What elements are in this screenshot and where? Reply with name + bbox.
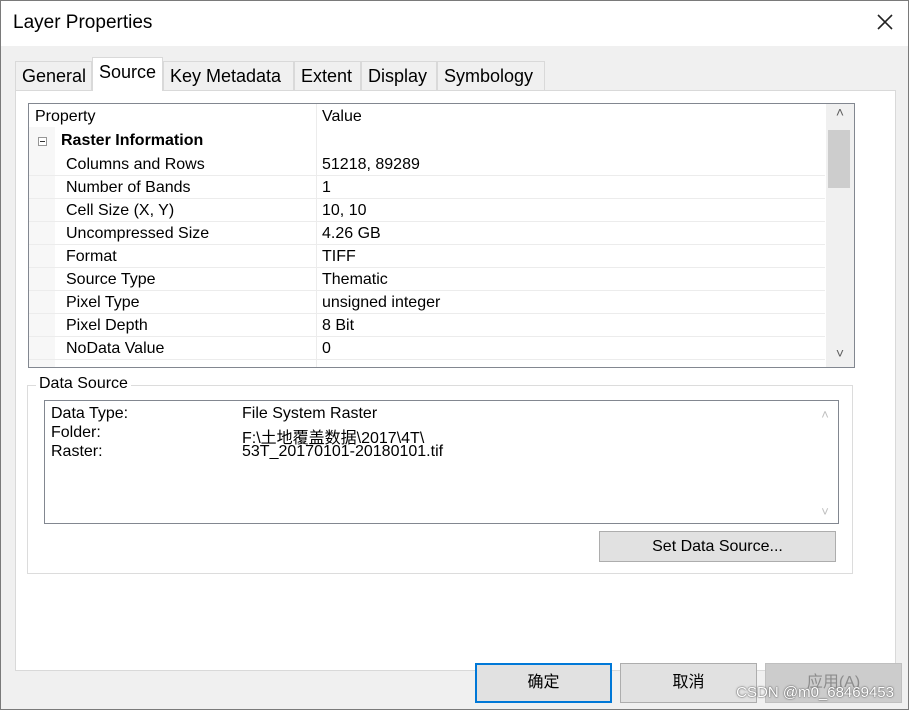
line-key: Data Type:: [51, 405, 129, 422]
tab-source[interactable]: Source: [92, 57, 163, 91]
line-key: Folder:: [51, 424, 101, 441]
scroll-down-icon[interactable]: ˅: [826, 345, 854, 367]
header-property[interactable]: Property: [35, 108, 95, 126]
row-value: 8 Bit: [322, 317, 355, 334]
data-source-legend: Data Source: [36, 375, 131, 393]
row-key: Format: [66, 248, 117, 265]
table-row[interactable]: NoData Value 0: [29, 337, 825, 360]
table-row[interactable]: Format TIFF: [29, 245, 825, 268]
close-icon[interactable]: [872, 9, 898, 35]
row-key: Uncompressed Size: [66, 225, 210, 242]
category-label: Raster Information: [61, 132, 204, 149]
table-row[interactable]: Cell Size (X, Y) 10, 10: [29, 199, 825, 222]
table-row[interactable]: Pixel Type unsigned integer: [29, 291, 825, 314]
table-row[interactable]: Columns and Rows 51218, 89289: [29, 153, 825, 176]
row-key: Source Type: [66, 271, 156, 288]
row-value: 0: [322, 340, 331, 357]
row-key: Pixel Type: [66, 294, 140, 311]
row-value: 51218, 89289: [322, 156, 420, 173]
table-row[interactable]: Uncompressed Size 4.26 GB: [29, 222, 825, 245]
row-key: Pixel Depth: [66, 317, 148, 334]
scroll-up-icon[interactable]: ˄: [826, 104, 854, 126]
tab-symbology[interactable]: Symbology: [437, 61, 545, 90]
line-value: File System Raster: [242, 405, 378, 422]
row-key: Cell Size (X, Y): [66, 202, 175, 219]
row-key: Number of Bands: [66, 179, 191, 196]
title-bar: Layer Properties: [1, 1, 908, 46]
collapse-icon[interactable]: [38, 137, 47, 146]
table-row[interactable]: Pixel Depth 8 Bit: [29, 314, 825, 337]
table-row[interactable]: Source Type Thematic: [29, 268, 825, 291]
tab-extent[interactable]: Extent: [294, 61, 361, 90]
row-key: NoData Value: [66, 340, 165, 357]
row-value: 10, 10: [322, 202, 367, 219]
layer-properties-dialog: Layer Properties General Source Key Meta…: [0, 0, 909, 710]
category-raster-information[interactable]: Raster Information: [29, 131, 825, 153]
property-grid[interactable]: Property Value Raster Information Column…: [28, 103, 855, 368]
scroll-down-icon[interactable]: ˅: [812, 504, 838, 519]
tab-display[interactable]: Display: [361, 61, 437, 90]
row-value: Thematic: [322, 271, 388, 288]
dialog-title: Layer Properties: [13, 12, 153, 33]
watermark: CSDN @m0_68469453: [736, 684, 894, 701]
tab-key-metadata[interactable]: Key Metadata: [163, 61, 294, 90]
row-value: TIFF: [322, 248, 356, 265]
set-data-source-button[interactable]: Set Data Source...: [599, 531, 836, 562]
row-value: 1: [322, 179, 331, 196]
row-value: 4.26 GB: [322, 225, 381, 242]
grid-header: Property Value: [29, 104, 825, 127]
header-value[interactable]: Value: [322, 108, 362, 126]
grid-scrollbar[interactable]: ˄ ˅: [826, 104, 854, 367]
source-tab-panel: Property Value Raster Information Column…: [15, 90, 896, 671]
line-key: Raster:: [51, 443, 103, 460]
ok-button[interactable]: 确定: [475, 663, 612, 703]
line-value: 53T_20170101-20180101.tif: [242, 443, 444, 460]
data-source-textbox[interactable]: Data Type: File System Raster Folder: F:\土…: [44, 400, 839, 524]
tab-general[interactable]: General: [15, 61, 92, 90]
data-source-scrollbar[interactable]: ˄ ˅: [812, 401, 838, 523]
scroll-up-icon[interactable]: ˄: [812, 407, 838, 422]
table-row[interactable]: Number of Bands 1: [29, 176, 825, 199]
scroll-thumb[interactable]: [828, 130, 850, 188]
row-key: Columns and Rows: [66, 156, 205, 173]
row-value: unsigned integer: [322, 294, 441, 311]
